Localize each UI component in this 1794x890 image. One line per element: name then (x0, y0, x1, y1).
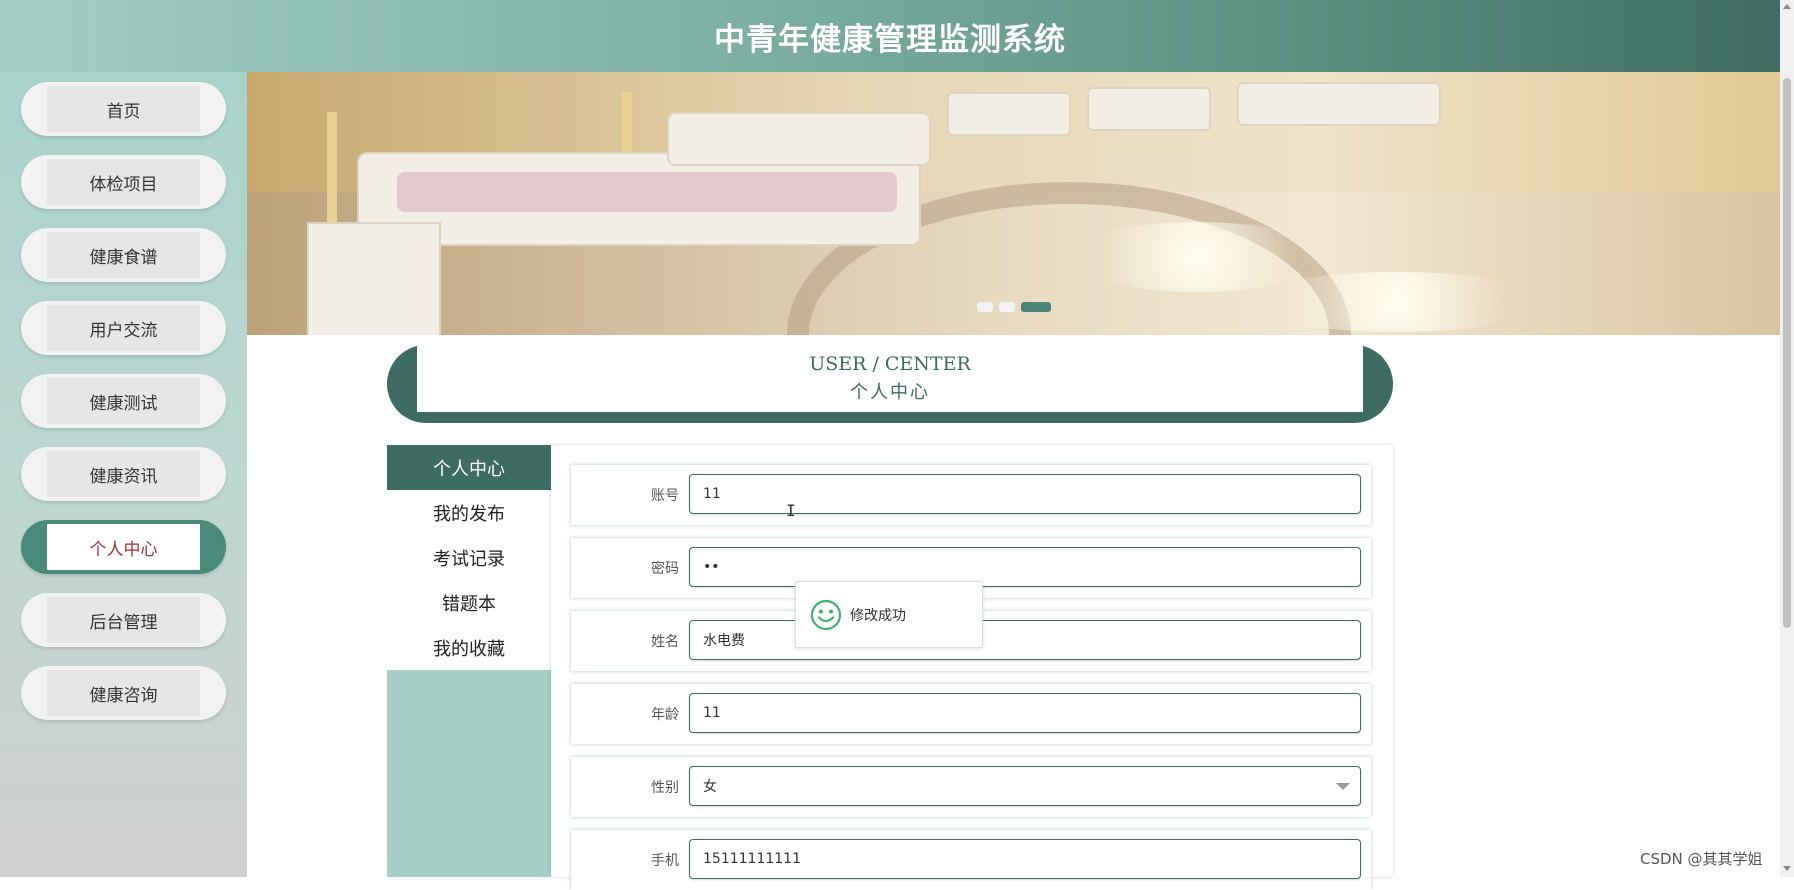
menu-item-exam-records[interactable]: 考试记录 (387, 535, 551, 580)
sidebar-item-label: 个人中心 (47, 524, 200, 570)
account-label: 账号 (651, 488, 679, 504)
sidebar-item-checkup[interactable]: 体检项目 (21, 155, 226, 209)
password-label: 密码 (651, 561, 679, 577)
form-row-account: 账号 11 (571, 465, 1371, 525)
carousel-dot[interactable] (999, 302, 1015, 312)
menu-item-my-posts[interactable]: 我的发布 (387, 490, 551, 535)
banner-lamp (327, 112, 337, 222)
user-center-menu-list: 个人中心 我的发布 考试记录 错题本 我的收藏 (387, 445, 551, 670)
sidebar-item-label: 后台管理 (47, 597, 200, 643)
section-title-card: USER / CENTER 个人中心 (417, 345, 1363, 412)
menu-item-favorites[interactable]: 我的收藏 (387, 625, 551, 670)
sidebar-item-home[interactable]: 首页 (21, 82, 226, 136)
menu-item-user-center[interactable]: 个人中心 (387, 445, 551, 490)
form-row-phone: 手机 15111111111 (571, 830, 1371, 890)
sidebar-item-label: 健康资讯 (47, 451, 200, 497)
scroll-down-icon[interactable] (1783, 866, 1791, 871)
sidebar-item-label: 健康咨询 (47, 670, 200, 716)
sidebar-item-forum[interactable]: 用户交流 (21, 301, 226, 355)
banner-bed-blanket (397, 172, 897, 212)
profile-form: 账号 11 密码 •• 姓名 水电费 年龄 11 性别 女 手机 1511111… (551, 445, 1393, 890)
site-title: 中青年健康管理监测系统 (714, 21, 1066, 58)
text-cursor-icon: I (786, 501, 796, 520)
site-header: 中青年健康管理监测系统 (0, 0, 1780, 72)
success-toast: 修改成功 (795, 581, 983, 648)
carousel-dot-active[interactable] (1021, 302, 1051, 312)
name-input[interactable]: 水电费 (689, 620, 1361, 660)
user-center-menu: 个人中心 我的发布 考试记录 错题本 我的收藏 (387, 445, 551, 877)
sidebar-item-consult[interactable]: 健康咨询 (21, 666, 226, 720)
menu-item-wrong-questions[interactable]: 错题本 (387, 580, 551, 625)
gender-select-value: 女 (703, 779, 717, 795)
section-title-en: USER / CENTER (809, 353, 971, 375)
sidebar-item-label: 健康食谱 (47, 232, 200, 278)
sidebar-item-label: 首页 (47, 86, 200, 132)
password-input[interactable]: •• (689, 547, 1361, 587)
sidebar-nav: 首页 体检项目 健康食谱 用户交流 健康测试 健康资讯 个人中心 后台管理 健康… (0, 72, 247, 877)
banner-bed (667, 112, 931, 166)
page-scrollbar[interactable] (1780, 0, 1794, 877)
scroll-thumb[interactable] (1783, 78, 1791, 628)
smile-icon (810, 599, 842, 630)
phone-label: 手机 (651, 853, 679, 869)
age-input[interactable]: 11 (689, 693, 1361, 733)
carousel-dot[interactable] (977, 302, 993, 312)
sidebar-item-admin[interactable]: 后台管理 (21, 593, 226, 647)
section-title-bar: USER / CENTER 个人中心 (387, 345, 1393, 423)
sidebar-item-health-news[interactable]: 健康资讯 (21, 447, 226, 501)
name-label: 姓名 (651, 634, 679, 650)
banner-bed (947, 92, 1071, 136)
sidebar-item-label: 用户交流 (47, 305, 200, 351)
age-label: 年龄 (651, 707, 679, 723)
gender-label: 性别 (651, 780, 679, 796)
banner-carousel (247, 72, 1780, 335)
banner-bed (1237, 82, 1441, 126)
banner-light-glow (1247, 272, 1547, 332)
watermark-text: CSDN @其其学姐 (1640, 850, 1763, 868)
carousel-indicators (977, 302, 1051, 312)
banner-bed (1087, 87, 1211, 131)
sidebar-item-recipes[interactable]: 健康食谱 (21, 228, 226, 282)
sidebar-item-label: 体检项目 (47, 159, 200, 205)
phone-input[interactable]: 15111111111 (689, 839, 1361, 879)
form-row-gender: 性别 女 (571, 757, 1371, 817)
toast-message: 修改成功 (850, 607, 906, 624)
chevron-down-icon (1336, 783, 1350, 790)
section-title-cn: 个人中心 (850, 382, 930, 403)
gender-select[interactable]: 女 (689, 766, 1361, 806)
sidebar-item-health-test[interactable]: 健康测试 (21, 374, 226, 428)
sidebar-item-user-center[interactable]: 个人中心 (21, 520, 226, 574)
form-row-age: 年龄 11 (571, 684, 1371, 744)
scroll-up-icon[interactable] (1783, 4, 1791, 9)
sidebar-item-label: 健康测试 (47, 378, 200, 424)
banner-nightstand (307, 222, 441, 335)
